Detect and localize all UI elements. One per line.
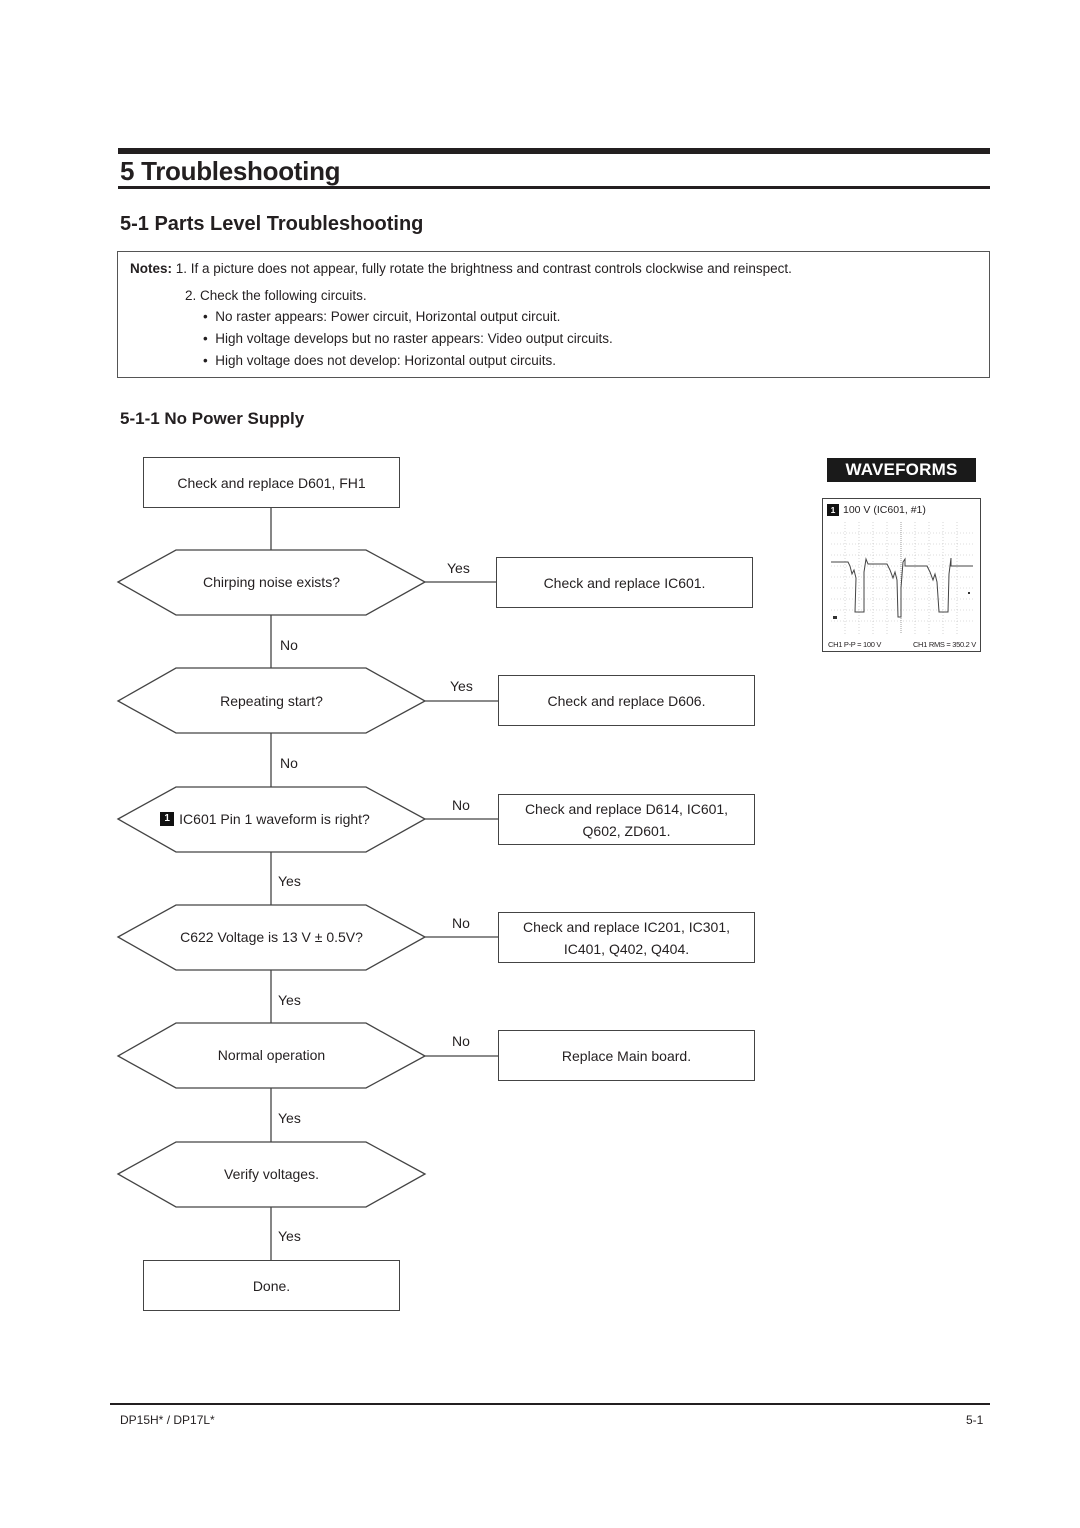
action-box: Replace Main board. (498, 1030, 755, 1081)
edge-label-side: No (452, 915, 470, 931)
edge-label-down: Yes (278, 1228, 301, 1244)
waveform-caption: 100 V (IC601, #1) (843, 504, 926, 516)
edge-label-down: No (280, 637, 298, 653)
waveform-badge: 1 (827, 504, 839, 516)
edge-label-side: Yes (450, 678, 473, 694)
decision-label-with-badge: 1 IC601 Pin 1 waveform is right? (140, 808, 390, 830)
decision-label: Chirping noise exists? (203, 574, 340, 590)
ground-marker (833, 616, 837, 619)
decision-label: C622 Voltage is 13 V ± 0.5V? (180, 929, 363, 945)
edge-label-down: No (280, 755, 298, 771)
action-box: Check and replace D606. (498, 675, 755, 726)
edge-label-down: Yes (278, 992, 301, 1008)
action-box: Check and replace IC601. (496, 557, 753, 608)
waveform-trace (831, 557, 973, 618)
trigger-marker (968, 592, 970, 594)
footer-model: DP15H* / DP17L* (120, 1413, 215, 1427)
waveform-ref-badge: 1 (160, 812, 175, 826)
decision-label: IC601 Pin 1 waveform is right? (179, 811, 370, 827)
oscilloscope-trace (831, 522, 973, 634)
waveforms-header: WAVEFORMS (827, 458, 976, 482)
decision-label: Verify voltages. (224, 1166, 319, 1182)
end-box: Done. (143, 1260, 400, 1311)
waveform-title: 1 100 V (IC601, #1) (827, 504, 926, 516)
decision-label: Normal operation (217, 1047, 326, 1063)
waveform-panel: 1 100 V (IC601, #1) CH1 P-P = 100 V CH1 … (822, 498, 981, 652)
footer-rule (110, 1403, 990, 1405)
decision-label: Repeating start? (220, 693, 323, 709)
edge-label-side: No (452, 1033, 470, 1049)
edge-label-side: No (452, 797, 470, 813)
edge-label-down: Yes (278, 873, 301, 889)
start-box: Check and replace D601, FH1 (143, 457, 400, 508)
action-box: Check and replace IC201, IC301, IC401, Q… (498, 912, 755, 963)
edge-label-side: Yes (447, 560, 470, 576)
page-number: 5-1 (966, 1413, 984, 1427)
edge-label-down: Yes (278, 1110, 301, 1126)
waveform-footer-rms: CH1 RMS = 350.2 V (912, 640, 976, 649)
action-box: Check and replace D614, IC601, Q602, ZD6… (498, 794, 755, 845)
waveform-footer-pp: CH1 P-P = 100 V (828, 640, 882, 649)
